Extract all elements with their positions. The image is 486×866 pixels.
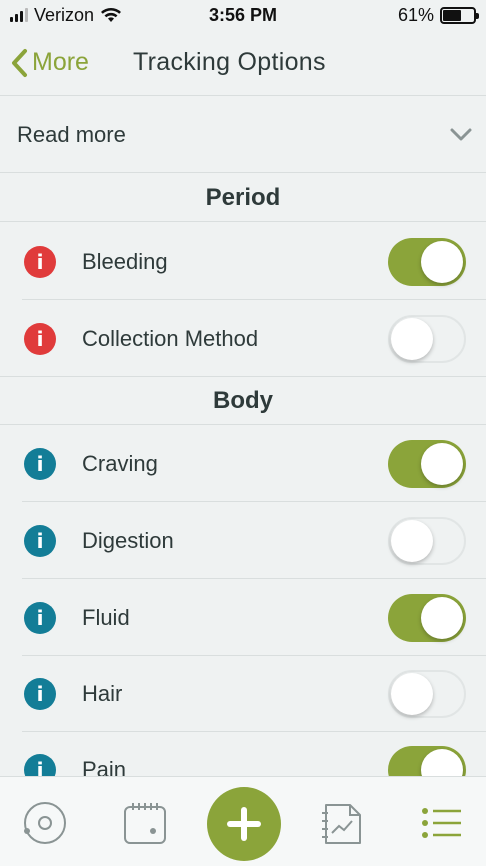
chevron-left-icon xyxy=(12,48,27,77)
toggle-fluid[interactable] xyxy=(388,593,466,642)
toggle-knob xyxy=(391,317,433,360)
toggle-knob xyxy=(391,672,433,715)
option-label: Digestion xyxy=(82,527,174,553)
cycle-tab[interactable] xyxy=(21,799,69,847)
analysis-icon xyxy=(322,804,361,844)
toggle-knob xyxy=(421,442,463,485)
carrier-info: Verizon xyxy=(10,5,122,26)
battery-info: 61% xyxy=(397,4,479,26)
toggle-knob xyxy=(421,596,463,639)
settings-list-tab[interactable] xyxy=(417,799,465,847)
toggle-knob xyxy=(421,240,463,283)
option-label: Hair xyxy=(82,680,123,706)
toggle-craving[interactable] xyxy=(388,439,466,488)
wifi-icon xyxy=(101,7,122,22)
calendar-tab[interactable] xyxy=(121,799,169,847)
page-title: Tracking Options xyxy=(132,48,326,76)
info-icon[interactable]: i xyxy=(24,677,56,710)
option-label: Fluid xyxy=(82,604,130,630)
option-row-fluid: i Fluid xyxy=(0,579,486,656)
battery-icon xyxy=(440,6,479,24)
status-bar: Verizon 3:56 PM 61% xyxy=(0,0,486,30)
list-icon xyxy=(422,808,461,838)
back-label: More xyxy=(32,48,89,76)
read-more-row[interactable]: Read more xyxy=(0,97,486,173)
info-icon[interactable]: i xyxy=(24,245,56,278)
cycle-icon xyxy=(24,802,66,844)
option-row-bleeding: i Bleeding xyxy=(0,223,486,300)
option-row-hair: i Hair xyxy=(0,655,486,732)
option-label: Craving xyxy=(82,450,158,476)
signal-icon xyxy=(10,8,28,22)
option-label: Bleeding xyxy=(82,248,168,274)
plus-icon xyxy=(227,807,261,841)
carrier-label: Verizon xyxy=(34,4,95,25)
add-button[interactable] xyxy=(207,787,281,861)
info-icon[interactable]: i xyxy=(24,524,56,557)
battery-percent: 61% xyxy=(397,4,434,25)
info-icon[interactable]: i xyxy=(24,447,56,480)
tab-bar xyxy=(0,776,486,866)
battery-level xyxy=(443,9,462,21)
option-row-collection-method: i Collection Method xyxy=(0,300,486,377)
option-row-digestion: i Digestion xyxy=(0,502,486,579)
toggle-bleeding[interactable] xyxy=(388,237,466,286)
section-header-body: Body xyxy=(0,377,486,425)
back-button[interactable]: More xyxy=(10,48,89,78)
option-row-craving: i Craving xyxy=(0,425,486,502)
analysis-tab[interactable] xyxy=(318,799,366,847)
calendar-icon xyxy=(124,803,166,844)
info-icon[interactable]: i xyxy=(24,322,56,355)
toggle-knob xyxy=(391,519,433,562)
read-more-label: Read more xyxy=(17,121,126,147)
chevron-down-icon xyxy=(450,128,472,140)
toggle-hair[interactable] xyxy=(388,669,466,718)
section-header-period: Period xyxy=(0,174,486,222)
option-label: Collection Method xyxy=(82,325,259,351)
toggle-digestion[interactable] xyxy=(388,516,466,565)
info-icon[interactable]: i xyxy=(24,601,56,634)
nav-bar: More Tracking Options xyxy=(0,30,486,96)
toggle-collection-method[interactable] xyxy=(388,314,466,363)
